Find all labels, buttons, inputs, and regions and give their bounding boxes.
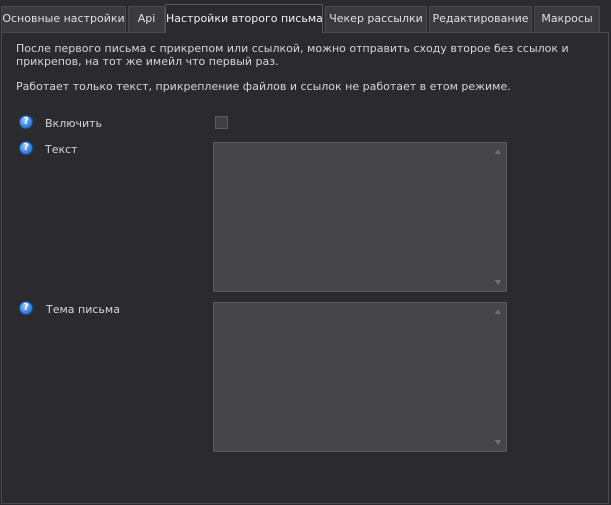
tab-second-letter-settings[interactable]: Настройки второго письма xyxy=(165,4,323,33)
tab-api[interactable]: Api xyxy=(128,6,165,32)
tab-main-settings[interactable]: Основные настройки xyxy=(1,6,126,32)
enable-label: Включить xyxy=(45,117,103,130)
scroll-down-arrow-icon[interactable] xyxy=(495,440,501,445)
scroll-up-arrow-icon[interactable] xyxy=(495,149,501,154)
subject-textarea-scrollbar[interactable] xyxy=(491,303,506,451)
scroll-up-arrow-icon[interactable] xyxy=(495,309,501,314)
help-question-icon[interactable]: ? xyxy=(19,115,33,129)
settings-window: Основные настройки Api Настройки второго… xyxy=(0,0,611,505)
second-letter-panel: После первого письма с прикрепом или ссы… xyxy=(1,32,609,504)
help-question-icon[interactable]: ? xyxy=(19,301,33,315)
text-textarea[interactable] xyxy=(213,142,507,292)
subject-textarea[interactable] xyxy=(213,302,507,452)
tab-mailing-checker[interactable]: Чекер рассылки xyxy=(325,6,427,32)
description-line-3: Работает только текст, прикрепление файл… xyxy=(16,80,511,93)
tab-macros[interactable]: Макросы xyxy=(534,6,600,32)
scroll-down-arrow-icon[interactable] xyxy=(495,280,501,285)
description-line-2: прикрепов, на тот же имейл что первый ра… xyxy=(16,55,279,68)
tab-editing[interactable]: Редактирование xyxy=(429,6,532,32)
enable-checkbox[interactable] xyxy=(215,116,228,129)
help-question-icon[interactable]: ? xyxy=(19,141,33,155)
text-label: Текст xyxy=(45,143,78,156)
text-textarea-scrollbar[interactable] xyxy=(491,143,506,291)
subject-label: Тема письма xyxy=(46,303,120,316)
tab-bar: Основные настройки Api Настройки второго… xyxy=(0,0,611,33)
